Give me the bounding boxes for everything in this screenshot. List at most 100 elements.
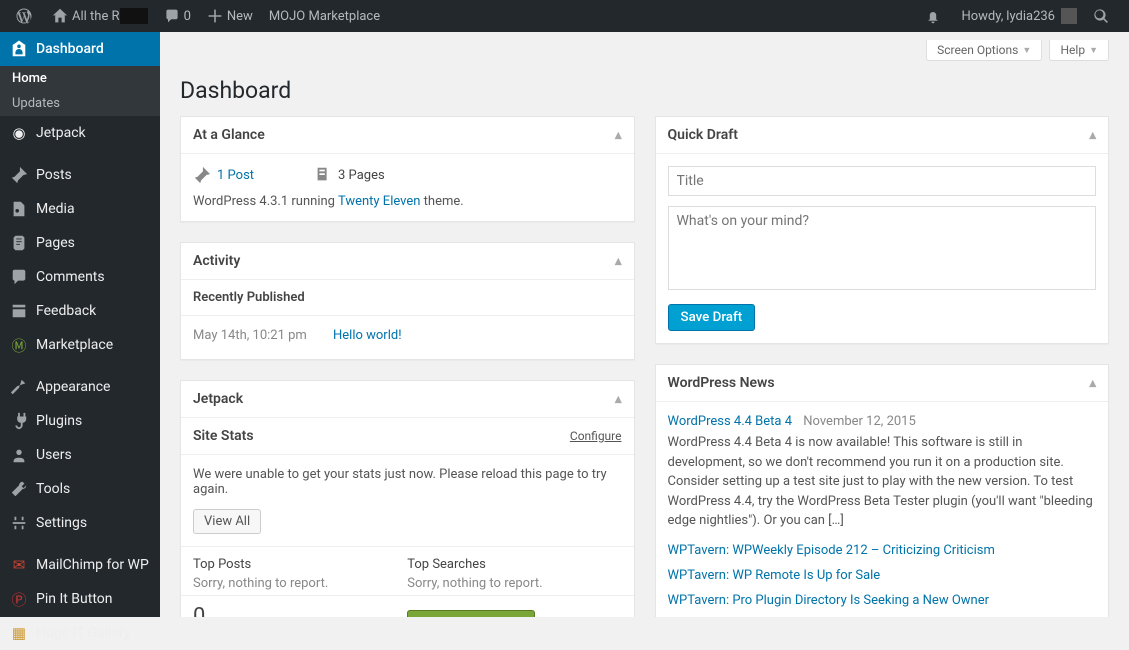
- pages-count-link[interactable]: 3 Pages: [314, 166, 385, 184]
- sidebar-item-comments[interactable]: Comments: [0, 260, 160, 294]
- wordpress-news-title: WordPress News▴: [656, 365, 1109, 402]
- quick-draft-title: Quick Draft▴: [656, 117, 1109, 154]
- quick-draft-content-input[interactable]: [668, 206, 1097, 290]
- sidebar-item-dashboard[interactable]: Dashboard: [0, 32, 160, 66]
- sidebar-item-tools[interactable]: Tools: [0, 472, 160, 506]
- site-stats-title: Site Stats: [193, 428, 254, 444]
- save-draft-button[interactable]: Save Draft: [668, 304, 756, 331]
- wordpress-news-box: WordPress News▴ WordPress 4.4 Beta 4 Nov…: [655, 364, 1110, 617]
- sidebar-subitem-home[interactable]: Home: [0, 66, 160, 91]
- users-icon: [10, 446, 28, 464]
- activate-akismet-button[interactable]: Activate Akismet: [407, 610, 534, 618]
- site-name-link[interactable]: All the R: [44, 0, 156, 32]
- top-posts-heading: Top Posts: [193, 557, 407, 572]
- username: lydia236: [1006, 9, 1055, 24]
- sidebar-item-appearance[interactable]: Appearance: [0, 370, 160, 404]
- jetpack-icon: ◉: [10, 124, 28, 142]
- news-link[interactable]: WPTavern: WP Remote Is Up for Sale: [668, 568, 1097, 583]
- sidebar-item-pages[interactable]: Pages: [0, 226, 160, 260]
- comments-link[interactable]: 0: [156, 0, 199, 32]
- home-icon: [52, 8, 68, 24]
- help-button[interactable]: Help▼: [1049, 40, 1109, 61]
- sidebar-item-settings[interactable]: Settings: [0, 506, 160, 540]
- toggle-icon[interactable]: ▴: [1089, 376, 1096, 391]
- posts-count-link[interactable]: 1 Post: [193, 166, 254, 184]
- toggle-icon[interactable]: ▴: [615, 128, 622, 143]
- activity-title: Activity▴: [181, 243, 634, 280]
- sidebar-subitem-updates[interactable]: Updates: [0, 91, 160, 116]
- admin-bar: All the R 0 New MOJO Marketplace Howdy, …: [0, 0, 1129, 32]
- toggle-icon[interactable]: ▴: [615, 254, 622, 269]
- activity-post-link[interactable]: Hello world!: [333, 328, 402, 343]
- site-name-redacted: [120, 8, 148, 24]
- new-label: New: [227, 9, 253, 24]
- top-searches-message: Sorry, nothing to report.: [407, 576, 621, 591]
- top-posts-message: Sorry, nothing to report.: [193, 576, 407, 591]
- feedback-icon: [10, 302, 28, 320]
- recently-published-heading: Recently Published: [181, 280, 634, 316]
- jetpack-box: Jetpack▴ Site Stats Configure We were un…: [180, 380, 635, 617]
- plus-icon: [207, 8, 223, 24]
- sidebar-item-feedback[interactable]: Feedback: [0, 294, 160, 328]
- sidebar-item-posts[interactable]: Posts: [0, 158, 160, 192]
- at-a-glance-title: At a Glance▴: [181, 117, 634, 154]
- sidebar-item-marketplace[interactable]: ⓂMarketplace: [0, 328, 160, 362]
- comments-count: 0: [184, 9, 191, 24]
- view-all-button[interactable]: View All: [193, 509, 261, 534]
- news-link[interactable]: WPTavern: Pro Plugin Directory Is Seekin…: [668, 593, 1097, 608]
- marketplace-icon: Ⓜ: [10, 336, 28, 354]
- news-link[interactable]: WPTavern: WPWeekly Episode 212 – Critici…: [668, 543, 1097, 558]
- pages-icon: [314, 166, 332, 184]
- mojo-link[interactable]: MOJO Marketplace: [261, 0, 388, 32]
- news-item-excerpt: WordPress 4.4 Beta 4 is now available! T…: [668, 433, 1097, 531]
- appearance-icon: [10, 378, 28, 396]
- quick-draft-box: Quick Draft▴ Save Draft: [655, 116, 1110, 344]
- activity-time: May 14th, 10:21 pm: [193, 328, 333, 343]
- howdy-label: Howdy,: [961, 9, 1003, 24]
- comment-icon: [164, 8, 180, 24]
- toggle-icon[interactable]: ▴: [1089, 128, 1096, 143]
- new-link[interactable]: New: [199, 0, 261, 32]
- media-icon: [10, 200, 28, 218]
- sidebar-item-plugins[interactable]: Plugins: [0, 404, 160, 438]
- sidebar-item-mailchimp[interactable]: ✉MailChimp for WP: [0, 548, 160, 582]
- top-searches-heading: Top Searches: [407, 557, 621, 572]
- gallery-icon: ▦: [10, 624, 28, 642]
- pin-icon: [193, 166, 211, 184]
- comments-icon: [10, 268, 28, 286]
- news-item-date: November 12, 2015: [803, 414, 916, 429]
- search-toggle[interactable]: [1085, 0, 1121, 32]
- wordpress-icon: [16, 8, 32, 24]
- notification-icon[interactable]: [917, 0, 953, 32]
- pin-icon: [10, 166, 28, 184]
- mailchimp-icon: ✉: [10, 556, 28, 574]
- content-area: Screen Options▼ Help▼ Dashboard At a Gla…: [160, 32, 1129, 617]
- sidebar-item-pinit[interactable]: ⓅPin It Button: [0, 582, 160, 616]
- at-a-glance-box: At a Glance▴ 1 Post 3 Pages WordPres: [180, 116, 635, 222]
- sidebar-item-media[interactable]: Media: [0, 192, 160, 226]
- howdy-user[interactable]: Howdy, lydia236: [953, 0, 1085, 32]
- tools-icon: [10, 480, 28, 498]
- stats-error-text: We were unable to get your stats just no…: [193, 467, 622, 497]
- wp-version-text: WordPress 4.3.1 running Twenty Eleven th…: [193, 194, 622, 209]
- screen-options-button[interactable]: Screen Options▼: [926, 40, 1042, 61]
- theme-link[interactable]: Twenty Eleven: [338, 194, 421, 209]
- sidebar-item-jetpack[interactable]: ◉Jetpack: [0, 116, 160, 150]
- toggle-icon[interactable]: ▴: [615, 392, 622, 407]
- admin-sidebar: Dashboard Home Updates ◉Jetpack Posts Me…: [0, 32, 160, 617]
- plugins-icon: [10, 412, 28, 430]
- sidebar-item-hugeit[interactable]: ▦Huge IT Gallery: [0, 616, 160, 650]
- pages-icon: [10, 234, 28, 252]
- wp-logo[interactable]: [8, 0, 44, 32]
- configure-link[interactable]: Configure: [570, 429, 622, 443]
- pinterest-icon: Ⓟ: [10, 590, 28, 608]
- quick-draft-title-input[interactable]: [668, 166, 1097, 196]
- site-name: All the R: [72, 9, 120, 24]
- news-item-title[interactable]: WordPress 4.4 Beta 4: [668, 414, 793, 429]
- blocked-count: 0: [193, 604, 407, 617]
- search-icon: [1093, 8, 1109, 24]
- sidebar-item-users[interactable]: Users: [0, 438, 160, 472]
- avatar: [1061, 8, 1077, 24]
- jetpack-title: Jetpack▴: [181, 381, 634, 418]
- settings-icon: [10, 514, 28, 532]
